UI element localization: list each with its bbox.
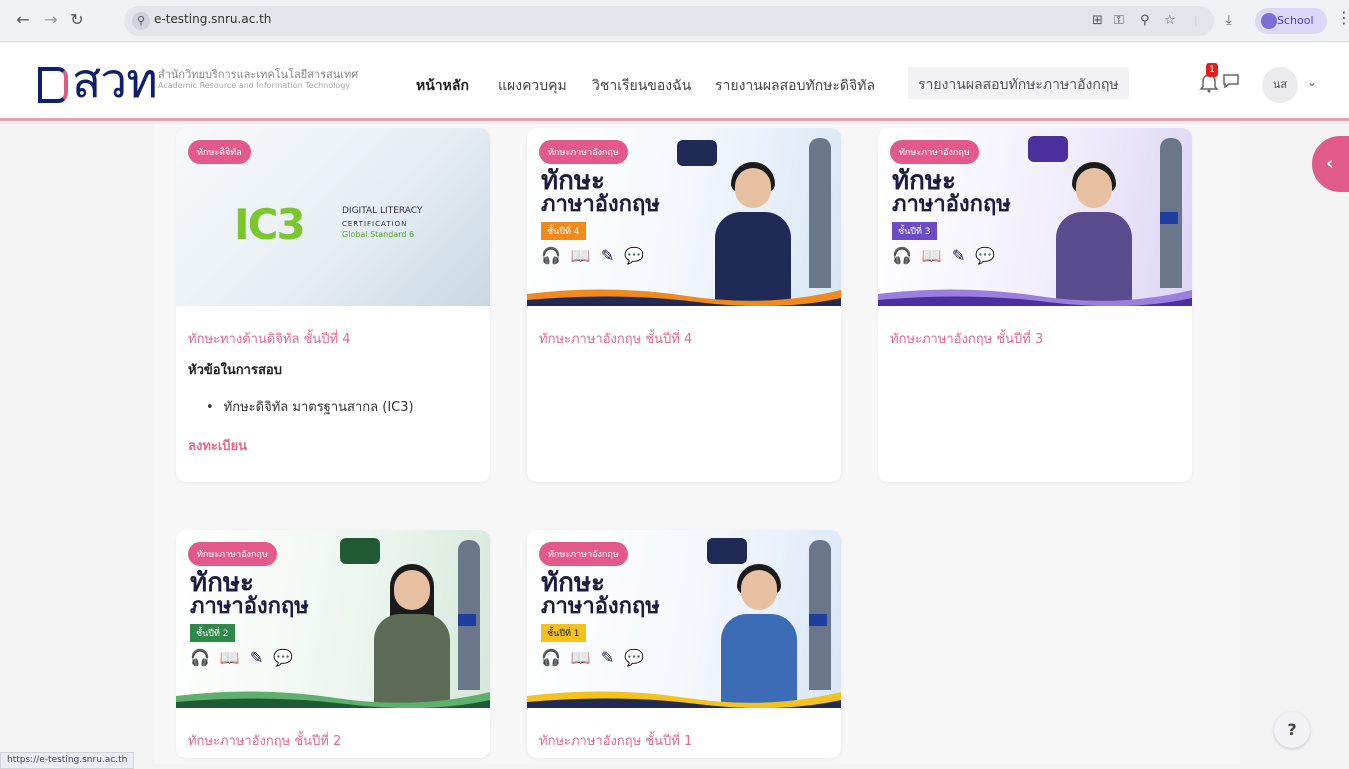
banner-grade: ชั้นปีที่ 2 [190, 624, 235, 642]
url-text: e-testing.snru.ac.th [154, 12, 272, 26]
user-avatar[interactable]: นส [1262, 67, 1298, 103]
banner-headline-2: ภาษาอังกฤษ [541, 192, 660, 217]
banner-wave [527, 691, 841, 708]
toolbar-divider: | [1194, 14, 1198, 27]
nav-english-report[interactable]: รายงานผลสอบทักษะภาษาอังกฤษ [908, 67, 1129, 99]
course-image[interactable]: ทักษะภาษาอังกฤษ ทักษะ ภาษาอังกฤษ ชั้นปีท… [176, 530, 490, 708]
message-icon[interactable] [1222, 73, 1240, 89]
course-tag: ทักษะภาษาอังกฤษ [188, 542, 277, 566]
banner-headline-1: ทักษะ [541, 166, 605, 196]
site-logo[interactable]: สวท [38, 51, 158, 111]
course-tag: ทักษะดิจิทัล [188, 140, 251, 164]
uk-flag-icon [809, 614, 827, 626]
ic3-line3: Global Standard 6 [342, 230, 415, 239]
banner-grade: ชั้นปีที่ 3 [892, 222, 937, 240]
course-card[interactable]: ทักษะภาษาอังกฤษ ทักษะ ภาษาอังกฤษ ชั้นปีท… [878, 128, 1192, 482]
drawer-toggle-button[interactable]: ‹ [1312, 136, 1349, 192]
banner-wave [176, 691, 490, 708]
exam-topic-item: ทักษะดิจิทัล มาตรฐานสากล (IC3) [206, 396, 490, 417]
skill-icons: 🎧📖✎💬 [541, 246, 655, 265]
back-icon[interactable]: ← [12, 9, 34, 31]
course-image[interactable]: ทักษะภาษาอังกฤษ ทักษะ ภาษาอังกฤษ ชั้นปีท… [527, 530, 841, 708]
skill-icons: 🎧📖✎💬 [190, 648, 304, 667]
ic3-line1: DIGITAL LITERACY [342, 206, 423, 216]
course-title[interactable]: ทักษะภาษาอังกฤษ ชั้นปีที่ 1 [539, 730, 841, 751]
course-card[interactable]: ทักษะภาษาอังกฤษ ทักษะ ภาษาอังกฤษ ชั้นปีท… [527, 128, 841, 482]
translate-icon[interactable]: ⊞ [1092, 7, 1103, 35]
notification-badge: 1 [1206, 63, 1218, 77]
banner-headline-1: ทักษะ [190, 568, 254, 598]
course-image[interactable]: ทักษะดิจิทัล IC3 DIGITAL LITERACY CERTIF… [176, 128, 490, 306]
site-info-icon[interactable]: ⚲ [132, 12, 150, 30]
nav-my-courses[interactable]: วิชาเรียนของฉัน [592, 75, 691, 97]
banner-wave [527, 289, 841, 306]
download-icon[interactable]: ⤓ [1226, 7, 1232, 35]
bookmark-star-icon[interactable]: ☆ [1164, 7, 1176, 35]
password-icon[interactable]: ⚿ [1114, 7, 1124, 35]
big-ben-icon [809, 138, 831, 288]
exam-topics-heading: หัวข้อในการสอบ [188, 363, 282, 378]
uk-flag-icon [1160, 212, 1178, 224]
site-header: สวท สำนักวิทยบริการและเทคโนโลยีสารสนเทศ … [0, 43, 1349, 121]
course-card[interactable]: ทักษะภาษาอังกฤษ ทักษะ ภาษาอังกฤษ ชั้นปีท… [527, 530, 841, 758]
course-title[interactable]: ทักษะภาษาอังกฤษ ชั้นปีที่ 4 [539, 328, 841, 349]
profile-avatar-icon [1261, 13, 1277, 29]
forward-icon[interactable]: → [40, 9, 62, 31]
course-title[interactable]: ทักษะภาษาอังกฤษ ชั้นปีที่ 3 [890, 328, 1192, 349]
banner-grade: ชั้นปีที่ 1 [541, 624, 586, 642]
logo-text: สวท [72, 53, 158, 109]
profile-label: School [1277, 14, 1314, 27]
course-card[interactable]: ทักษะดิจิทัล IC3 DIGITAL LITERACY CERTIF… [176, 128, 490, 482]
course-tag: ทักษะภาษาอังกฤษ [890, 140, 979, 164]
course-image[interactable]: ทักษะภาษาอังกฤษ ทักษะ ภาษาอังกฤษ ชั้นปีท… [878, 128, 1192, 306]
enroll-link[interactable]: ลงทะเบียน [188, 435, 490, 456]
banner-headline-1: ทักษะ [892, 166, 956, 196]
uk-flag-icon [458, 614, 476, 626]
banner-headline-2: ภาษาอังกฤษ [892, 192, 1011, 217]
reload-icon[interactable]: ↻ [66, 9, 88, 31]
course-image[interactable]: ทักษะภาษาอังกฤษ ทักษะ ภาษาอังกฤษ ชั้นปีท… [527, 128, 841, 306]
banner-wave [878, 289, 1192, 306]
zoom-icon[interactable]: ⚲ [1140, 7, 1150, 35]
banner-headline-1: ทักษะ [541, 568, 605, 598]
browser-toolbar: ← → ↻ ⚲ e-testing.snru.ac.th ⊞ ⚿ ⚲ ☆ | ⤓… [0, 0, 1349, 42]
profile-button[interactable]: School [1255, 8, 1327, 34]
ic3-logo: IC3 [234, 200, 306, 249]
help-button[interactable]: ? [1274, 712, 1310, 748]
skill-icons: 🎧📖✎💬 [541, 648, 655, 667]
banner-headline-2: ภาษาอังกฤษ [190, 594, 309, 619]
link-status-bar: https://e-testing.snru.ac.th [0, 752, 135, 769]
nav-dashboard[interactable]: แผงควบคุม [498, 75, 567, 97]
nav-home[interactable]: หน้าหลัก [416, 75, 469, 97]
logo-mark-icon [38, 66, 68, 103]
ic3-line2: CERTIFICATION [342, 220, 408, 228]
chevron-left-icon: ‹ [1326, 153, 1334, 174]
chevron-down-icon[interactable]: ⌄ [1307, 75, 1317, 89]
logo-subtitle-en: Academic Resource and Information Techno… [158, 81, 351, 90]
skill-icons: 🎧📖✎💬 [892, 246, 1006, 265]
course-title[interactable]: ทักษะทางด้านดิจิทัล ชั้นปีที่ 4 [188, 328, 490, 349]
course-card[interactable]: ทักษะภาษาอังกฤษ ทักษะ ภาษาอังกฤษ ชั้นปีท… [176, 530, 490, 758]
banner-headline-2: ภาษาอังกฤษ [541, 594, 660, 619]
course-title[interactable]: ทักษะภาษาอังกฤษ ชั้นปีที่ 2 [188, 730, 490, 751]
nav-digital-report[interactable]: รายงานผลสอบทักษะดิจิทัล [715, 75, 875, 97]
address-bar[interactable]: ⚲ e-testing.snru.ac.th [124, 6, 1214, 36]
banner-grade: ชั้นปีที่ 4 [541, 222, 586, 240]
browser-menu-icon[interactable]: ⋮ [1336, 8, 1349, 27]
course-tag: ทักษะภาษาอังกฤษ [539, 542, 628, 566]
course-tag: ทักษะภาษาอังกฤษ [539, 140, 628, 164]
